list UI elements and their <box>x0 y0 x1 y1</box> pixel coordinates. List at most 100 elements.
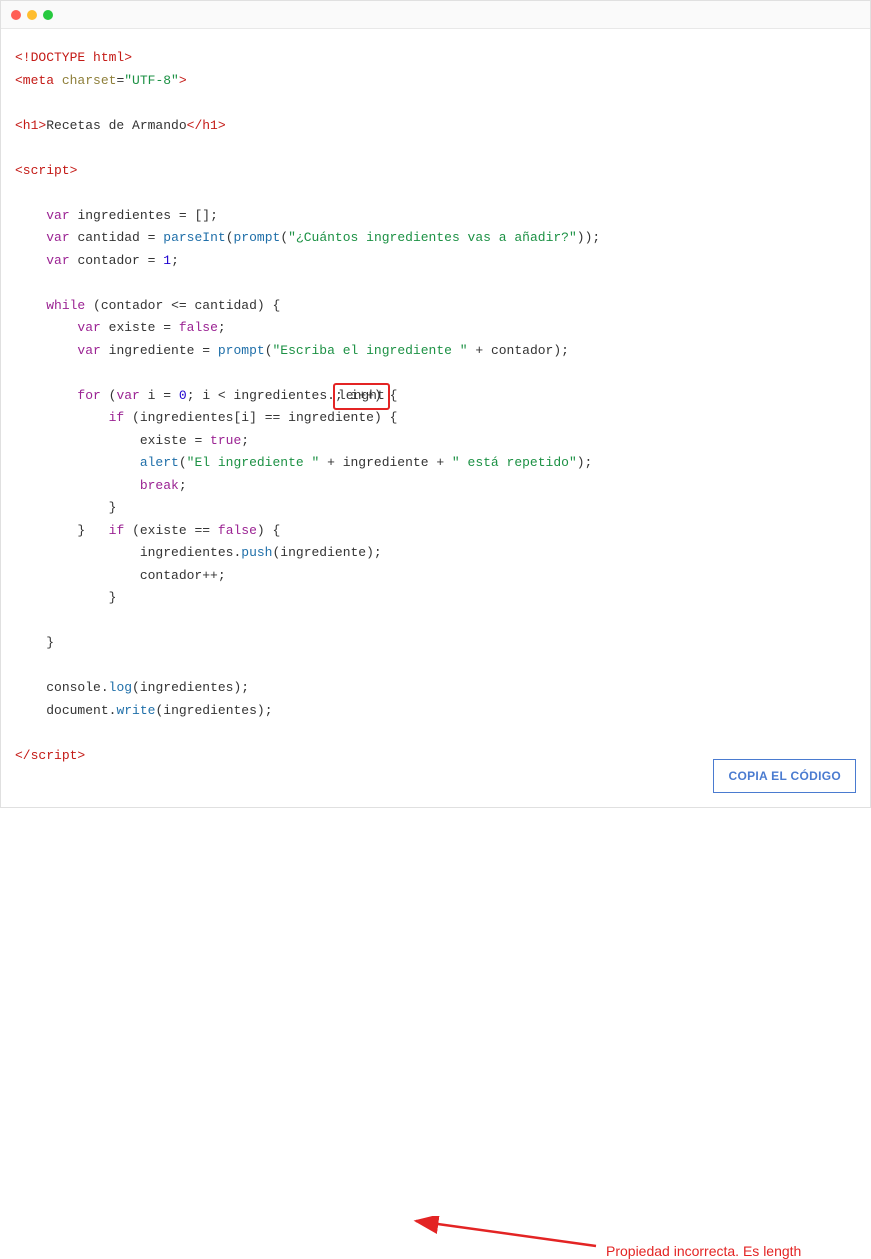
code-token: <h1> <box>15 118 46 133</box>
code-token: + <box>319 455 342 470</box>
code-token: } <box>46 635 54 650</box>
code-token: ; <box>187 388 203 403</box>
code-token: ); <box>257 703 273 718</box>
code-token: ingredientes <box>140 680 234 695</box>
code-token: = <box>140 253 163 268</box>
maximize-dot-icon[interactable] <box>43 10 53 20</box>
code-token: ) <box>257 298 265 313</box>
code-token: = <box>140 230 163 245</box>
code-token: false <box>218 523 257 538</box>
code-token: i <box>241 410 249 425</box>
code-token: []; <box>194 208 217 223</box>
code-token: existe <box>109 320 156 335</box>
code-token: var <box>46 230 69 245</box>
code-token: prompt <box>234 230 281 245</box>
code-token: ] <box>249 410 257 425</box>
code-token: == <box>187 523 218 538</box>
code-token: ingrediente <box>109 343 195 358</box>
arrow-icon <box>411 1216 601 1256</box>
code-token: ingredientes <box>163 703 257 718</box>
code-token: "¿Cuántos ingredientes vas a añadir?" <box>288 230 577 245</box>
code-token: ) <box>374 410 382 425</box>
code-token: == <box>257 410 288 425</box>
code-token: ( <box>226 230 234 245</box>
code-token: < <box>210 388 233 403</box>
code-token: ); <box>553 343 569 358</box>
code-token: ( <box>132 680 140 695</box>
code-token: <!DOCTYPE html> <box>15 50 132 65</box>
code-token: log <box>109 680 132 695</box>
code-token: } <box>109 500 117 515</box>
code-block: <!DOCTYPE html> <meta charset = "UTF-8"> <… <box>1 29 870 781</box>
code-token: { <box>265 523 281 538</box>
code-token: ingredientes <box>140 410 234 425</box>
code-token: ingredientes <box>77 208 171 223</box>
code-token: break <box>140 478 179 493</box>
code-token: > <box>179 73 187 88</box>
code-token: contador <box>491 343 553 358</box>
code-token: i <box>202 388 210 403</box>
code-token: ( <box>93 298 101 313</box>
code-token: false <box>179 320 218 335</box>
code-token: contador <box>77 253 139 268</box>
code-token: { <box>382 410 398 425</box>
annotation-text: Propiedad incorrecta. Es length <box>606 1243 801 1259</box>
code-token: } <box>109 590 117 605</box>
editor-window: <!DOCTYPE html> <meta charset = "UTF-8"> <… <box>0 0 871 808</box>
code-token: ; <box>171 253 179 268</box>
code-token: } <box>77 523 85 538</box>
code-token: cantidad <box>77 230 139 245</box>
code-token: ++ <box>202 568 218 583</box>
code-token: document <box>46 703 108 718</box>
error-highlight: lenght <box>333 383 390 411</box>
code-token: while <box>46 298 85 313</box>
code-token: charset <box>54 73 116 88</box>
close-dot-icon[interactable] <box>11 10 21 20</box>
code-token: + <box>429 455 452 470</box>
code-token: = <box>171 208 194 223</box>
code-token: = <box>194 343 217 358</box>
code-token: contador <box>140 568 202 583</box>
code-token: ); <box>366 545 382 560</box>
window-titlebar <box>1 1 870 29</box>
code-token: for <box>77 388 100 403</box>
code-token: 0 <box>179 388 187 403</box>
code-token: cantidad <box>195 298 257 313</box>
code-token: ( <box>132 410 140 425</box>
code-token: <meta <box>15 73 54 88</box>
code-token: { <box>265 298 281 313</box>
code-token: parseInt <box>163 230 225 245</box>
code-token: console <box>46 680 101 695</box>
code-token: 1 <box>163 253 171 268</box>
code-token: var <box>116 388 139 403</box>
code-token: <= <box>163 298 194 313</box>
code-token: write <box>116 703 155 718</box>
code-token: var <box>77 320 100 335</box>
code-token: ; <box>218 320 226 335</box>
code-token: Recetas de Armando <box>46 118 186 133</box>
code-token: ( <box>280 230 288 245</box>
minimize-dot-icon[interactable] <box>27 10 37 20</box>
code-token: if <box>109 523 125 538</box>
code-token: <script> <box>15 163 77 178</box>
code-token: "Escriba el ingrediente " <box>273 343 468 358</box>
code-token: ingrediente <box>280 545 366 560</box>
code-token: " está repetido" <box>452 455 577 470</box>
code-token: var <box>46 253 69 268</box>
code-token: ( <box>265 343 273 358</box>
code-token: )); <box>577 230 600 245</box>
code-token: ); <box>233 680 249 695</box>
code-token: ; <box>179 478 187 493</box>
copy-code-button[interactable]: COPIA EL CÓDIGO <box>713 759 856 793</box>
code-token: = <box>187 433 210 448</box>
code-token: ingredientes <box>234 388 328 403</box>
code-token: contador <box>101 298 163 313</box>
code-token: "UTF-8" <box>124 73 179 88</box>
code-token: . <box>101 680 109 695</box>
code-token: </script> <box>15 748 85 763</box>
code-token: ); <box>577 455 593 470</box>
code-token: ( <box>179 455 187 470</box>
code-token: alert <box>140 455 179 470</box>
code-token: "El ingrediente " <box>187 455 320 470</box>
code-token: var <box>77 343 100 358</box>
